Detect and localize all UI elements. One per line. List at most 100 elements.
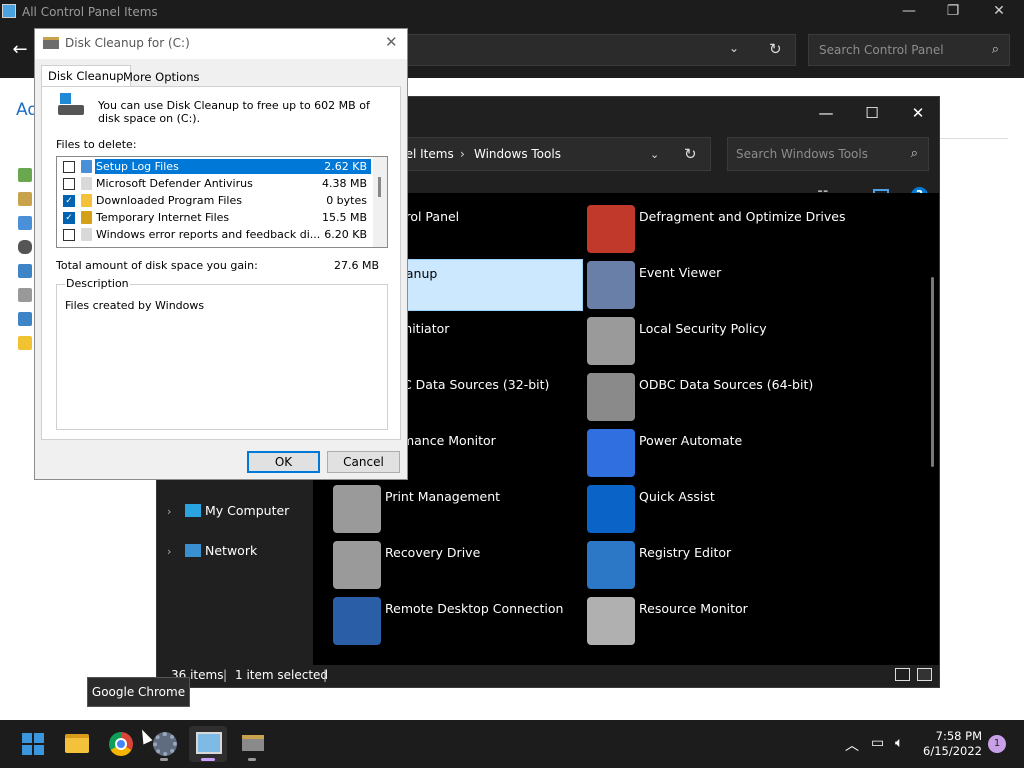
taskbar-disk-cleanup[interactable] — [233, 726, 271, 762]
file-checkbox[interactable] — [63, 161, 75, 173]
tool-item[interactable]: Registry Editor — [585, 539, 837, 591]
tool-item[interactable]: Quick Assist — [585, 483, 837, 535]
tool-item[interactable]: Resource Monitor — [585, 595, 837, 647]
quick-assist-icon — [587, 485, 635, 533]
file-checkbox[interactable]: ✓ — [63, 195, 75, 207]
taskbar-control-panel[interactable] — [189, 726, 227, 762]
back-arrow-icon[interactable]: ← — [8, 38, 32, 62]
tool-item[interactable]: Defragment and Optimize Drives — [585, 203, 845, 255]
taskbar: ︿ ▭ 🔈︎ 7:58 PM 6/15/2022 — [0, 720, 1024, 768]
nav-item-my-computer[interactable]: › My Computer — [167, 503, 289, 518]
close-icon[interactable]: ✕ — [976, 0, 1022, 24]
chevron-right-icon[interactable]: › — [167, 505, 183, 518]
file-checkbox[interactable]: ✓ — [63, 212, 75, 224]
file-row-text: Downloaded Program Files 0 bytes — [95, 193, 371, 208]
file-list-row[interactable]: Windows error reports and feedback di...… — [57, 226, 371, 243]
tool-label: Registry Editor — [639, 545, 732, 560]
file-name: Temporary Internet Files — [96, 211, 230, 224]
running-indicator — [248, 758, 256, 761]
file-type-icon — [81, 177, 92, 190]
file-size: 2.62 KB — [324, 160, 367, 173]
tool-label: ODBC Data Sources (64-bit) — [639, 377, 814, 392]
show-hidden-icons-chevron-icon[interactable]: ︿ — [845, 735, 859, 755]
refresh-icon[interactable]: ↻ — [769, 40, 782, 58]
tool-item[interactable]: Print Management — [331, 483, 583, 535]
file-row-text: Temporary Internet Files 15.5 MB — [95, 210, 371, 225]
file-checkbox[interactable] — [63, 229, 75, 241]
files-to-delete-list[interactable]: Setup Log Files 2.62 KB Microsoft Defender… — [56, 156, 388, 248]
system-clock[interactable]: 7:58 PM 6/15/2022 — [916, 729, 982, 759]
windows-tools-address-bar[interactable]: nel Items › Windows Tools ⌄ ↻ — [387, 137, 711, 171]
chevron-right-icon[interactable]: › — [167, 545, 183, 558]
maximize-icon[interactable]: ☐ — [849, 99, 895, 127]
network-icon — [185, 544, 201, 557]
search-placeholder: Search Control Panel — [819, 43, 944, 57]
total-space-value: 27.6 MB — [334, 259, 380, 272]
file-name: Windows error reports and feedback di... — [96, 228, 321, 241]
control-panel-item-icon[interactable] — [18, 216, 32, 230]
settings-gear-icon — [153, 732, 177, 756]
taskbar-file-explorer[interactable] — [57, 726, 95, 762]
maximize-icon[interactable]: ❐ — [930, 0, 976, 24]
minimize-icon[interactable]: — — [886, 0, 932, 24]
ok-button[interactable]: OK — [247, 451, 320, 473]
microphone-icon[interactable] — [18, 288, 32, 302]
control-panel-item-icon[interactable] — [18, 192, 32, 206]
vertical-scrollbar[interactable] — [931, 277, 934, 467]
active-indicator — [201, 758, 215, 761]
breadcrumb-separator-icon: › — [460, 147, 465, 161]
details-view-icon[interactable] — [895, 668, 910, 681]
intro-text: You can use Disk Cleanup to free up to 6… — [98, 99, 370, 125]
status-selected-count: 1 item selected — [235, 668, 329, 682]
recovery-drive-icon — [333, 541, 381, 589]
tool-item[interactable]: Remote Desktop Connection — [331, 595, 583, 647]
network-status-icon[interactable]: ▭ — [871, 735, 884, 751]
list-scrollbar[interactable] — [373, 157, 387, 247]
chrome-icon — [109, 732, 133, 756]
tool-item[interactable]: Power Automate — [585, 427, 837, 479]
file-checkbox[interactable] — [63, 178, 75, 190]
minimize-icon[interactable]: — — [803, 99, 849, 127]
file-list-row[interactable]: ✓ Temporary Internet Files 15.5 MB — [57, 209, 371, 226]
chevron-down-icon[interactable]: ⌄ — [650, 148, 659, 161]
status-bar: 36 items | 1 item selected | — [157, 665, 939, 687]
programs-icon[interactable] — [18, 312, 32, 326]
chevron-down-icon[interactable]: ⌄ — [729, 41, 739, 55]
tool-label: Event Viewer — [639, 265, 722, 280]
mouse-icon[interactable] — [18, 240, 32, 254]
notification-badge[interactable]: 1 — [988, 735, 1006, 753]
large-icons-view-icon[interactable] — [917, 668, 932, 681]
tool-item[interactable]: Recovery Drive — [331, 539, 583, 591]
tool-label: Defragment and Optimize Drives — [639, 209, 846, 224]
search-icon[interactable]: ⌕ — [992, 42, 999, 57]
breadcrumb-windows-tools[interactable]: Windows Tools — [474, 147, 561, 161]
tool-item[interactable]: Event Viewer — [585, 259, 837, 311]
tool-item[interactable]: Local Security Policy — [585, 315, 837, 367]
power-automate-icon — [587, 429, 635, 477]
network-icon[interactable] — [18, 264, 32, 278]
file-list-row[interactable]: Microsoft Defender Antivirus 4.38 MB — [57, 175, 371, 192]
search-icon[interactable]: ⌕ — [911, 146, 918, 161]
control-panel-search-input[interactable]: Search Control Panel ⌕ — [808, 34, 1010, 66]
start-button[interactable] — [13, 726, 51, 762]
tab-more-options[interactable]: More Options — [117, 67, 206, 87]
file-type-icon — [81, 211, 92, 224]
disk-cleanup-panel: You can use Disk Cleanup to free up to 6… — [41, 86, 401, 440]
taskbar-chrome[interactable] — [101, 726, 139, 762]
nav-item-network[interactable]: › Network — [167, 543, 257, 558]
clock-date: 6/15/2022 — [923, 744, 982, 758]
file-list-row[interactable]: Setup Log Files 2.62 KB — [57, 158, 371, 175]
control-panel-item-icon[interactable] — [18, 168, 32, 182]
refresh-icon[interactable]: ↻ — [684, 145, 697, 163]
close-icon[interactable]: ✕ — [895, 99, 941, 127]
close-icon[interactable]: ✕ — [385, 33, 398, 51]
region-icon[interactable] — [18, 336, 32, 350]
volume-icon[interactable]: 🔈︎ — [895, 735, 903, 751]
file-list-row[interactable]: ✓ Downloaded Program Files 0 bytes — [57, 192, 371, 209]
tool-item[interactable]: ODBC Data Sources (64-bit) — [585, 371, 837, 423]
file-type-icon — [81, 228, 92, 241]
cancel-button[interactable]: Cancel — [327, 451, 400, 473]
taskbar-settings[interactable] — [145, 726, 183, 762]
windows-tools-search-input[interactable]: Search Windows Tools ⌕ — [727, 137, 929, 171]
control-panel-address-field[interactable]: ⌄ ↻ — [400, 34, 796, 66]
